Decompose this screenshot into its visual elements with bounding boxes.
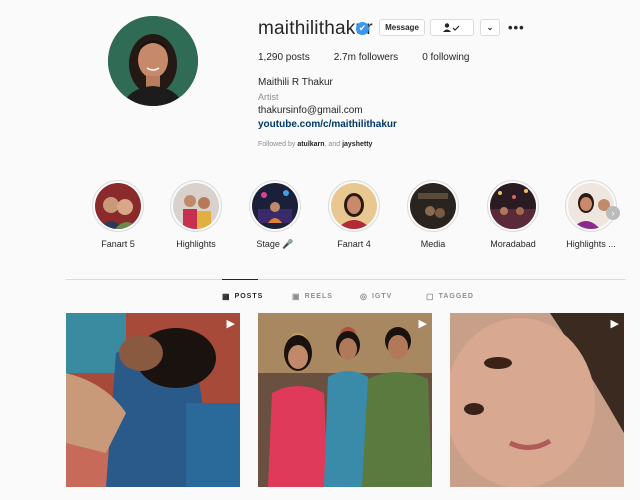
grid-icon: ▦ [222,292,231,301]
tab-reels[interactable]: ▣ REELS [292,292,333,301]
more-options-icon[interactable]: ••• [508,20,525,35]
highlight-item[interactable]: Highlights [158,180,234,249]
followed-by: Followed by atulkarn, and jayshetty [258,141,372,148]
active-tab-indicator [222,279,258,280]
tab-posts[interactable]: ▦ POSTS [222,292,263,301]
profile-stats: 1,290 posts 2.7m followers 0 following [258,52,469,63]
highlight-item[interactable]: Stage 🎤 [237,180,313,250]
reel-icon: ▶ [226,318,235,330]
highlight-item[interactable]: Fanart 4 [316,180,392,249]
highlight-cover [410,183,456,229]
reel-icon: ▶ [610,318,619,330]
post-thumbnail[interactable]: ▶ [66,313,240,487]
highlight-label: Stage 🎤 [256,239,294,249]
tab-igtv[interactable]: ◎ IGTV [360,292,392,301]
highlight-label: Moradabad [490,239,536,249]
highlight-item[interactable]: Moradabad [475,180,551,249]
profile-avatar[interactable] [108,16,198,106]
profile-full-name: Maithili R Thakur [258,77,333,88]
following-count[interactable]: 0 following [422,52,469,63]
highlight-item[interactable]: Fanart 5 [80,180,156,249]
highlights-next-arrow-icon[interactable]: › [606,206,620,220]
highlight-item[interactable]: Media [395,180,471,249]
post-thumbnail[interactable]: ▶ [450,313,624,487]
reel-icon: ▶ [418,318,427,330]
igtv-icon: ◎ [360,292,368,301]
user-check-icon [443,23,460,32]
followed-by-user-1[interactable]: atulkarn [297,141,324,148]
tab-igtv-label: IGTV [371,293,393,300]
profile-email: thakursinfo@gmail.com [258,105,363,116]
chevron-down-icon: ⌄ [486,23,494,32]
following-button[interactable] [430,19,474,36]
followed-by-user-2[interactable]: jayshetty [342,141,372,148]
highlight-label: Fanart 5 [101,239,135,249]
tab-tagged-label: TAGGED [438,293,474,300]
highlight-cover [252,183,298,229]
highlight-label: Fanart 4 [337,239,371,249]
tab-reels-label: REELS [304,293,333,300]
tagged-icon: ▢ [426,292,435,301]
highlight-cover [568,183,614,229]
followed-by-prefix: Followed by [258,141,296,148]
profile-link[interactable]: youtube.com/c/maithilithakur [258,119,397,130]
tab-posts-label: POSTS [234,293,264,300]
suggested-dropdown-button[interactable]: ⌄ [480,19,500,36]
highlight-cover [331,183,377,229]
highlight-label: Highlights ... [566,239,616,249]
highlight-cover [95,183,141,229]
reels-icon: ▣ [292,292,301,301]
highlight-cover [173,183,219,229]
tabs-divider [66,279,626,280]
profile-category: Artist [258,92,279,102]
highlight-label: Highlights [176,239,216,249]
highlight-label: Media [420,239,446,249]
highlight-cover [490,183,536,229]
tab-tagged[interactable]: ▢ TAGGED [426,292,474,301]
posts-count: 1,290 posts [258,52,310,63]
message-button[interactable]: Message [379,19,425,36]
verified-badge-icon: ✔ [356,22,369,35]
followers-count[interactable]: 2.7m followers [334,52,398,63]
followed-by-separator: , and [324,141,341,148]
post-thumbnail[interactable]: ▶ [258,313,432,487]
